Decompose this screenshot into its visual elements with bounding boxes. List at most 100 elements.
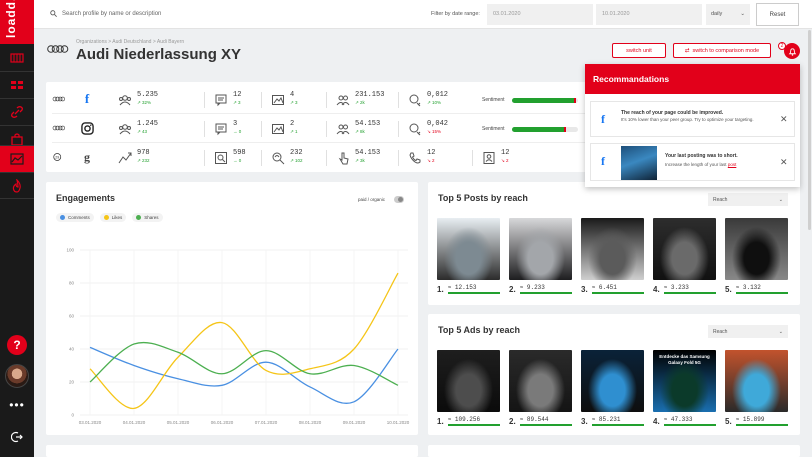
post-link[interactable]: post [728, 162, 737, 167]
paid-organic-toggle[interactable] [394, 196, 404, 203]
thumb-footer: 3. ≈ 85.231 [581, 416, 644, 426]
app-logo[interactable]: loadd. [0, 0, 34, 44]
x-tick-label: 08.01.2020 [299, 420, 322, 425]
date-from-field[interactable]: 03.01.2020 [487, 4, 593, 25]
audi-logo [52, 96, 66, 102]
divider [261, 92, 262, 108]
top-posts-list: 1. ≈ 12.153 2. ≈ 9.233 3. ≈ 6.451 4. ≈ 3.233 5. ≈… [437, 218, 788, 294]
metric-comment: 3 → 0 [214, 120, 241, 136]
legend-item[interactable]: Comments [56, 213, 94, 222]
avatar[interactable] [5, 364, 29, 388]
metric-value: 231.153 [355, 91, 385, 99]
search-placeholder: Search profile by name or description [62, 10, 162, 17]
ad-item[interactable]: 3. ≈ 85.231 [581, 350, 644, 426]
post-thumbnail[interactable] [581, 218, 644, 280]
top-ads-metric-select[interactable]: Reach ⌄ [708, 325, 788, 338]
notifications-button[interactable] [784, 43, 800, 59]
breadcrumb[interactable]: Organizations > Audi Deutschland > Audi … [76, 39, 184, 45]
sentiment-bar [512, 127, 578, 132]
top-posts-metric-select[interactable]: Reach ⌄ [708, 193, 788, 206]
top-posts-title: Top 5 Posts by reach [438, 193, 528, 203]
post-item[interactable]: 4. ≈ 3.233 [653, 218, 716, 294]
page-title: Audi Niederlassung XY [76, 46, 242, 63]
series-line-comments [89, 346, 399, 404]
granularity-select[interactable]: daily ⌄ [706, 4, 750, 25]
ad-thumbnail[interactable] [509, 350, 572, 412]
switch-unit-button[interactable]: switch unit [612, 43, 666, 58]
post-thumbnail[interactable] [725, 218, 788, 280]
nav-grid[interactable] [0, 72, 34, 98]
ad-thumbnail[interactable] [437, 350, 500, 412]
close-icon[interactable]: ✕ [780, 114, 788, 125]
x-tick-label: 04.01.2020 [123, 420, 146, 425]
x-tick-label: 10.01.2020 [387, 420, 410, 425]
help-button[interactable]: ? [7, 335, 27, 355]
x-tick-label: 05.01.2020 [167, 420, 190, 425]
notification-badge: 2 [778, 42, 786, 50]
metric-people: 231.153 ↗ 2k [336, 91, 384, 107]
bell-icon [788, 47, 796, 56]
post-thumbnail[interactable] [509, 218, 572, 280]
rank-label: 4. [653, 284, 660, 294]
nav-dashboard[interactable] [0, 45, 34, 71]
ad-caption: Entdecke das Samsung Galaxy Fold 5G [659, 354, 710, 365]
search-input[interactable]: Search profile by name or description [50, 10, 161, 17]
post-thumbnail[interactable] [437, 218, 500, 280]
post-item[interactable]: 1. ≈ 12.153 [437, 218, 500, 294]
ad-thumbnail[interactable] [581, 350, 644, 412]
ad-item[interactable]: 5. ≈ 15.899 [725, 350, 788, 426]
google-icon[interactable]: g [80, 150, 94, 164]
thumb-footer: 3. ≈ 6.451 [581, 284, 644, 294]
instagram-icon[interactable] [80, 121, 94, 135]
ad-item[interactable]: 1. ≈ 109.256 [437, 350, 500, 426]
audi-logo [47, 45, 69, 53]
recommendation-item[interactable]: f The reach of your page could be improv… [590, 101, 795, 137]
search-icon [215, 152, 227, 164]
ad-item[interactable]: 2. ≈ 89.544 [509, 350, 572, 426]
ad-item[interactable]: Entdecke das Samsung Galaxy Fold 5G 4. ≈ 4… [653, 350, 716, 426]
metric-delta: ↘ 2 [501, 158, 509, 163]
ad-thumbnail[interactable]: Entdecke das Samsung Galaxy Fold 5G [653, 350, 716, 412]
x-tick-label: 09.01.2020 [343, 420, 366, 425]
y-tick-label: 100 [66, 248, 74, 253]
recommendation-item[interactable]: f Your last posting was to short. Increa… [590, 143, 795, 181]
post-item[interactable]: 2. ≈ 9.233 [509, 218, 572, 294]
nav-link[interactable] [0, 99, 34, 125]
top-posts-card: Top 5 Posts by reach Reach ⌄ 1. ≈ 12.153 2.… [428, 182, 800, 305]
audi-logo [52, 125, 66, 131]
logout-button[interactable] [0, 426, 34, 448]
series-line-likes [89, 272, 399, 410]
recommendations-title: Recommandations [585, 64, 800, 94]
ad-thumbnail[interactable] [725, 350, 788, 412]
rank-label: 1. [437, 284, 444, 294]
post-item[interactable]: 3. ≈ 6.451 [581, 218, 644, 294]
reset-button[interactable]: Reset [756, 3, 799, 26]
metric-delta: ↗ 1 [290, 129, 298, 134]
bag-icon [11, 133, 23, 146]
facebook-icon[interactable]: f [80, 91, 94, 106]
metric-delta: → 0 [233, 129, 242, 134]
more-menu-button[interactable]: ••• [0, 398, 34, 412]
y-tick-label: 60 [69, 314, 75, 319]
nav-chart[interactable] [0, 146, 34, 172]
close-icon[interactable]: ✕ [780, 157, 788, 168]
comparison-mode-button[interactable]: ⇄ switch to comparison mode [673, 43, 771, 58]
post-thumbnail [621, 146, 657, 180]
rank-label: 5. [725, 284, 732, 294]
post-thumbnail[interactable] [653, 218, 716, 280]
scrollbar[interactable] [808, 30, 811, 230]
metric-phone: 12 ↘ 2 [408, 149, 435, 165]
thumb-footer: 2. ≈ 9.233 [509, 284, 572, 294]
divider [261, 150, 262, 166]
metric-value: 12 [233, 91, 242, 99]
metric-audience: 5.235 ↗ 32% [118, 91, 158, 107]
metric-delta: ↗ 232 [137, 158, 150, 163]
nav-fire[interactable] [0, 173, 34, 199]
post-item[interactable]: 5. ≈ 3.132 [725, 218, 788, 294]
metric-trend: 978 ↗ 232 [118, 149, 150, 165]
legend-item[interactable]: Shares [132, 213, 163, 222]
recommendations-panel: Recommandations f The reach of your page… [585, 64, 800, 187]
legend-item[interactable]: Likes [99, 213, 127, 222]
reach-value: ≈ 47.333 [663, 416, 716, 426]
date-to-field[interactable]: 10.01.2020 [596, 4, 702, 25]
